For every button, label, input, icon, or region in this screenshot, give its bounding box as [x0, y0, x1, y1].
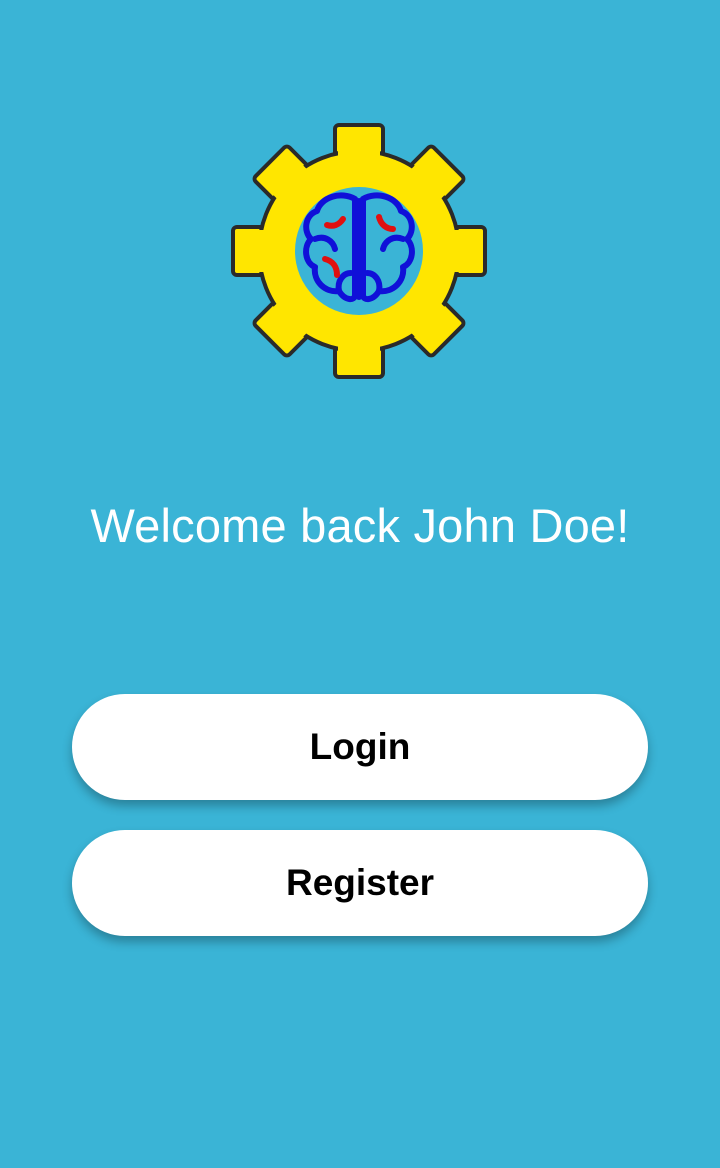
gear-brain-icon [230, 122, 488, 380]
login-button-label: Login [309, 726, 411, 767]
welcome-message: Welcome back John Doe! [90, 499, 630, 552]
login-button[interactable]: Login [72, 694, 648, 800]
register-button-label: Register [285, 862, 435, 903]
register-button[interactable]: Register [72, 830, 648, 936]
welcome-screen: Welcome back John Doe! Login Register [0, 0, 720, 1168]
